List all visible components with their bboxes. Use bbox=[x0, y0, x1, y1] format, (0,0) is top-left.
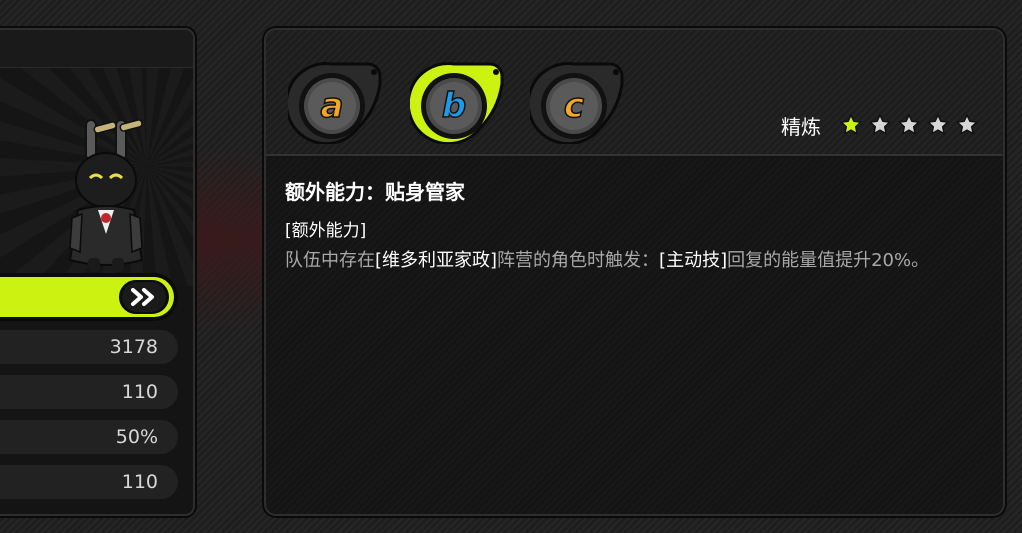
ability-tag: [额外能力] bbox=[285, 221, 367, 241]
double-chevron-right-icon bbox=[131, 288, 154, 306]
level-up-bar[interactable] bbox=[0, 273, 178, 321]
disc-tab-b[interactable]: b bbox=[410, 60, 506, 144]
stat-row-3: 50% bbox=[0, 420, 178, 454]
ability-text: 回复的能量值提升20%。 bbox=[727, 250, 930, 271]
refine-rating: 精炼 bbox=[781, 110, 979, 140]
character-stats-panel: 3178 110 50% 110 bbox=[0, 28, 195, 516]
ability-keyword: [维多利亚家政] bbox=[375, 250, 498, 271]
refine-label: 精炼 bbox=[781, 114, 821, 139]
star-icon bbox=[956, 114, 978, 135]
star-icon bbox=[898, 114, 920, 135]
disc-tab-a[interactable]: a bbox=[288, 60, 384, 144]
star-icon bbox=[840, 114, 862, 135]
disc-letter: b bbox=[442, 86, 466, 126]
left-panel-header bbox=[0, 30, 193, 68]
disc-letter: c bbox=[564, 86, 584, 126]
ability-detail-panel: a b c 精炼 额外能力：贴身管家 [额外能力] 队伍中存在[维多利亚家政]阵… bbox=[264, 28, 1005, 516]
ability-text: 阵营的角色时触发： bbox=[497, 250, 660, 271]
ability-description: 队伍中存在[维多利亚家政]阵营的角色时触发：[主动技]回复的能量值提升20%。 bbox=[285, 246, 965, 276]
star-icon bbox=[927, 114, 949, 135]
ability-text: 队伍中存在 bbox=[285, 250, 375, 271]
stat-row-4: 110 bbox=[0, 465, 178, 499]
disc-letter: a bbox=[321, 86, 344, 126]
disc-tab-c[interactable]: c bbox=[530, 60, 626, 144]
stat-row-1: 3178 bbox=[0, 330, 178, 364]
ability-description-area bbox=[266, 158, 1003, 514]
ability-keyword: [主动技] bbox=[659, 250, 728, 271]
stat-row-2: 110 bbox=[0, 375, 178, 409]
disc-b-icon: b bbox=[410, 62, 504, 144]
star-icon bbox=[869, 114, 891, 135]
disc-selector-header: a b c 精炼 bbox=[266, 30, 1003, 156]
butler-bangboo-image bbox=[68, 119, 144, 272]
disc-c-icon: c bbox=[530, 62, 624, 144]
refine-stars bbox=[839, 113, 979, 137]
disc-a-icon: a bbox=[288, 62, 382, 144]
ability-title: 额外能力：贴身管家 bbox=[285, 180, 465, 204]
bangboo-portrait bbox=[0, 68, 193, 286]
level-up-button[interactable] bbox=[116, 277, 172, 317]
